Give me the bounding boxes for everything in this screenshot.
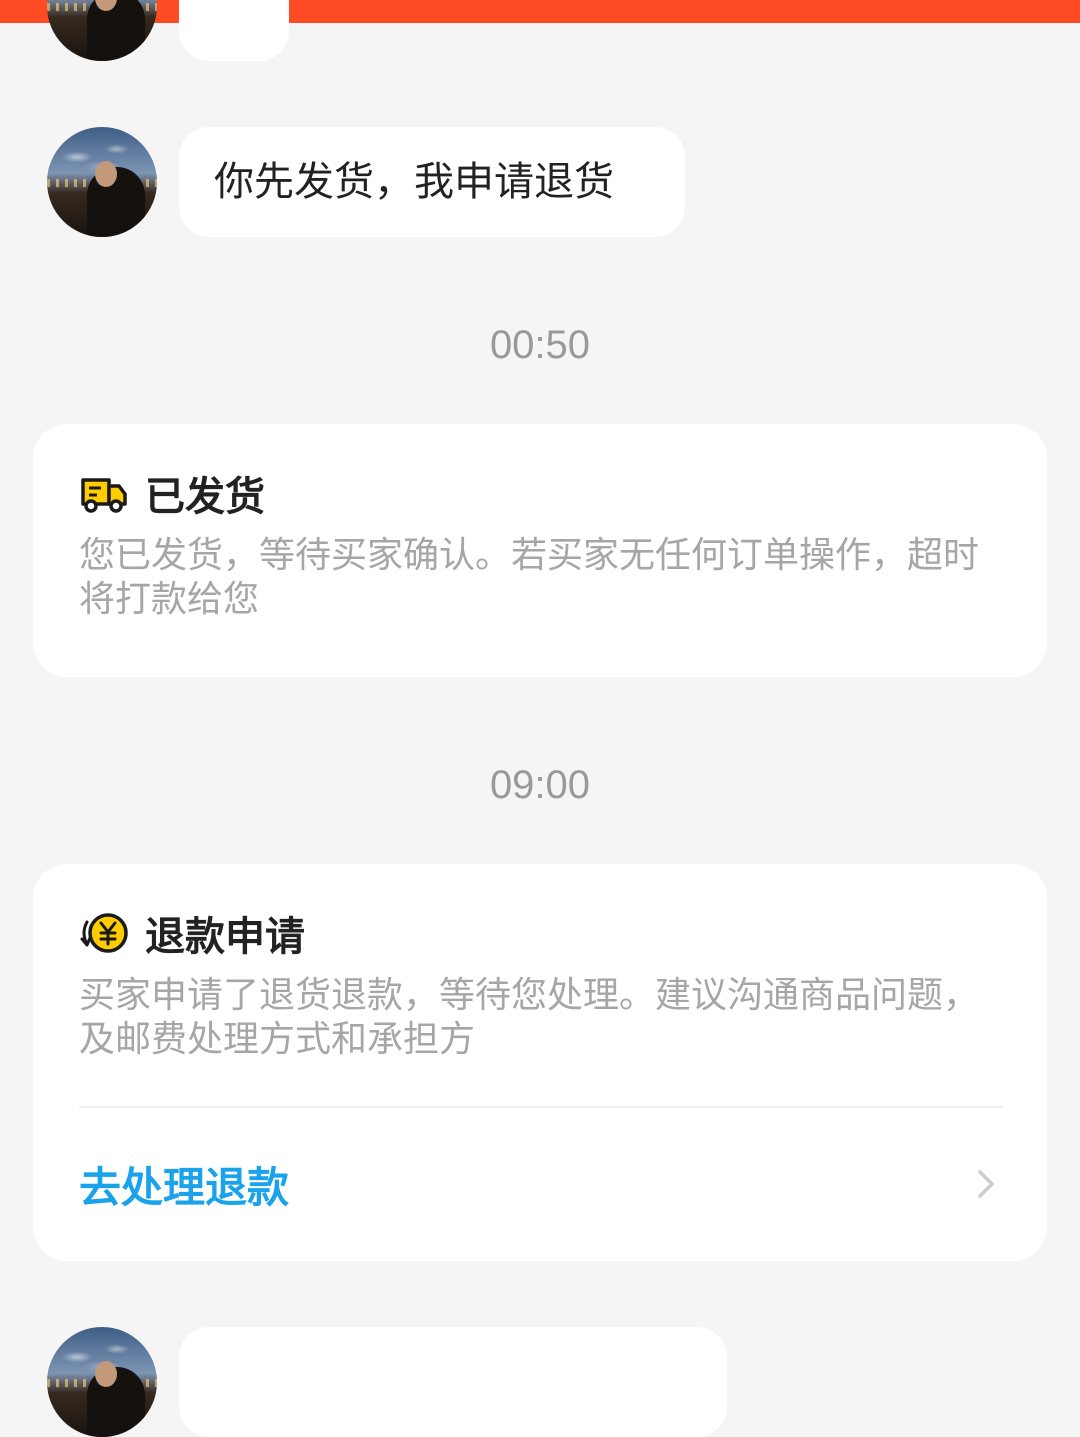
process-refund-link[interactable]: 去处理退款 (79, 1154, 289, 1215)
timestamp: 09:00 (489, 763, 591, 807)
timestamp: 00:50 (489, 323, 591, 367)
card-description: 您已发货，等待买家确认。若买家无任何订单操作，超时将打款给您 (79, 535, 980, 620)
shipped-notice-card[interactable]: 已发货 您已发货，等待买家确认。若买家无任何订单操作，超时将打款给您 (33, 424, 1047, 677)
top-status-bar (0, 0, 1080, 23)
message-bubble[interactable] (179, 0, 289, 61)
card-description: 买家申请了退货退款，等待您处理。建议沟通商品问题，及邮费处理方式和承担方 (79, 975, 980, 1060)
message-bubble[interactable] (179, 1327, 727, 1437)
refund-request-card: 退款申请 买家申请了退货退款，等待您处理。建议沟通商品问题，及邮费处理方式和承担… (33, 864, 1047, 1261)
divider (79, 1106, 1003, 1108)
message-bubble[interactable]: 你先发货，我申请退货 (179, 127, 685, 237)
buyer-avatar[interactable] (47, 0, 157, 61)
card-title: 退款申请 (145, 914, 305, 960)
truck-icon (81, 478, 127, 513)
buyer-avatar[interactable] (47, 127, 157, 237)
yen-refund-icon (80, 913, 128, 953)
card-header: 已发货 (79, 466, 265, 520)
buyer-avatar[interactable] (47, 1327, 157, 1437)
card-title: 已发货 (145, 474, 265, 520)
chevron-right-icon[interactable] (973, 1169, 999, 1199)
message-text: 你先发货，我申请退货 (214, 159, 614, 205)
card-header: 退款申请 (79, 906, 305, 960)
